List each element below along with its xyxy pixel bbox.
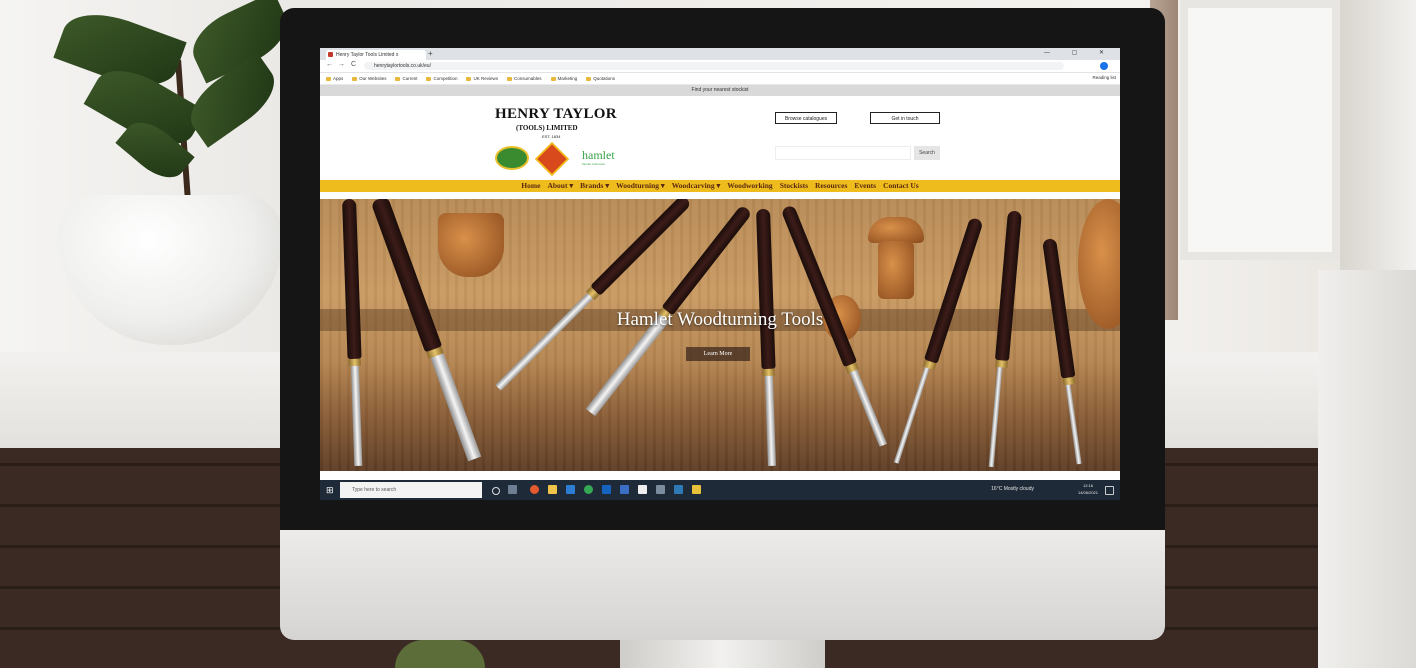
- nav-woodcarving[interactable]: Woodcarving ▾: [672, 180, 721, 192]
- cortana-icon[interactable]: [492, 487, 500, 495]
- bookmark-item[interactable]: Consumables: [507, 76, 542, 81]
- word-icon[interactable]: [620, 485, 629, 494]
- bookmark-item[interactable]: Competition: [426, 76, 457, 81]
- new-tab-button[interactable]: +: [428, 49, 433, 58]
- search-button[interactable]: Search: [914, 146, 940, 160]
- bookmark-item[interactable]: Quotations: [586, 76, 615, 81]
- bookmark-item[interactable]: UK Reviews: [466, 76, 498, 81]
- windows-taskbar: ⊞ Type here to search 16°C Mostly cloudy…: [320, 480, 1120, 500]
- nav-woodturning[interactable]: Woodturning ▾: [616, 180, 665, 192]
- turned-box-image: [878, 241, 914, 299]
- monitor-stand: [620, 640, 825, 668]
- system-clock[interactable]: 12:16 14/06/2021: [1078, 482, 1098, 496]
- main-nav: Home About ▾ Brands ▾ Woodturning ▾ Wood…: [320, 180, 1120, 192]
- back-button[interactable]: ←: [326, 61, 333, 68]
- nav-events[interactable]: Events: [854, 180, 876, 192]
- task-view-icon[interactable]: [508, 485, 517, 494]
- spacer: [320, 192, 1120, 199]
- favicon-icon: [328, 52, 333, 57]
- nav-stockists[interactable]: Stockists: [780, 180, 808, 192]
- brand-diamond-icon[interactable]: [535, 142, 569, 176]
- edge-icon[interactable]: [566, 485, 575, 494]
- folder-icon: [326, 76, 331, 81]
- chisel-image: [756, 208, 779, 466]
- window-controls[interactable]: — ▢ ✕: [1044, 49, 1114, 56]
- address-bar[interactable]: henrytaylortools.co.uk/eu/: [364, 62, 1064, 70]
- logo-title[interactable]: HENRY TAYLOR: [495, 106, 617, 123]
- profile-icon[interactable]: [1100, 62, 1108, 70]
- address-row: ← → C henrytaylortools.co.uk/eu/: [320, 60, 1120, 73]
- app-icon[interactable]: [692, 485, 701, 494]
- chisel-image: [986, 210, 1022, 468]
- turned-bowl-image: [438, 213, 504, 277]
- windows-start-icon[interactable]: ⊞: [326, 485, 336, 495]
- hero-banner: Hamlet Woodturning Tools Learn More: [320, 199, 1120, 471]
- nav-about[interactable]: About ▾: [547, 180, 573, 192]
- app-icon[interactable]: [674, 485, 683, 494]
- bookmark-item[interactable]: Apps: [326, 76, 343, 81]
- file-explorer-icon[interactable]: [548, 485, 557, 494]
- brand-badge-icon[interactable]: [495, 146, 529, 170]
- app-icon[interactable]: [638, 485, 647, 494]
- clock-date: 14/06/2021: [1077, 490, 1098, 495]
- notification-icon[interactable]: [1105, 486, 1114, 495]
- nav-woodworking[interactable]: Woodworking: [727, 180, 772, 192]
- plant-bowl: [395, 640, 485, 668]
- nav-contact[interactable]: Contact Us: [883, 180, 919, 192]
- stockist-strip[interactable]: Find your nearest stockist: [320, 85, 1120, 96]
- chrome-icon[interactable]: [530, 485, 539, 494]
- chisel-image: [493, 199, 692, 393]
- reading-list-button[interactable]: Reading list: [1092, 75, 1116, 80]
- window: [1180, 0, 1340, 260]
- turned-mushroom-image: [868, 217, 924, 243]
- bookmark-item[interactable]: Our Websites: [352, 76, 386, 81]
- app-icon[interactable]: [656, 485, 665, 494]
- logo-subtitle: (TOOLS) LIMITED: [516, 124, 578, 132]
- chisel-image: [342, 199, 365, 466]
- folder-icon: [586, 76, 592, 81]
- hero-title: Hamlet Woodturning Tools: [616, 309, 824, 330]
- site-header: HENRY TAYLOR (TOOLS) LIMITED EST. 1834 h…: [320, 96, 1120, 180]
- folder-icon: [426, 76, 432, 81]
- white-box: [1318, 270, 1416, 668]
- bookmark-item[interactable]: Current: [395, 76, 417, 81]
- get-in-touch-button[interactable]: Get in touch: [870, 112, 940, 124]
- folder-icon: [550, 76, 556, 81]
- weather-status[interactable]: 16°C Mostly cloudy: [991, 486, 1034, 492]
- outlook-icon[interactable]: [602, 485, 611, 494]
- nav-brands[interactable]: Brands ▾: [580, 180, 609, 192]
- learn-more-button[interactable]: Learn More: [686, 347, 750, 361]
- search-input[interactable]: [775, 146, 911, 160]
- browser-tab[interactable]: Henry Taylor Tools Limited x: [326, 50, 426, 60]
- bookmarks-bar: Apps Our Websites Current Competition UK…: [320, 73, 1120, 85]
- forward-button[interactable]: →: [338, 61, 345, 68]
- folder-icon: [352, 76, 358, 81]
- monitor-chin: [280, 530, 1165, 640]
- logo-established: EST. 1834: [542, 134, 561, 139]
- hamlet-tagline: hamlet craft tools: [582, 162, 605, 166]
- clock-time: 12:16: [1082, 483, 1093, 488]
- browse-catalogues-button[interactable]: Browse catalogues: [775, 112, 837, 124]
- reload-button[interactable]: C: [351, 61, 356, 68]
- monitor-screen: Henry Taylor Tools Limited x + — ▢ ✕ ← →…: [320, 48, 1120, 500]
- nav-home[interactable]: Home: [521, 180, 540, 192]
- folder-icon: [507, 76, 512, 81]
- hamlet-logo[interactable]: hamlet: [582, 148, 615, 163]
- bookmark-item[interactable]: Marketing: [550, 76, 577, 81]
- folder-icon: [395, 76, 401, 81]
- folder-icon: [466, 76, 472, 81]
- tab-title: Henry Taylor Tools Limited x: [336, 52, 399, 58]
- app-icon[interactable]: [584, 485, 593, 494]
- nav-resources[interactable]: Resources: [815, 180, 847, 192]
- browser-tabbar: Henry Taylor Tools Limited x + — ▢ ✕: [320, 48, 1120, 60]
- taskbar-search-input[interactable]: Type here to search: [340, 482, 482, 498]
